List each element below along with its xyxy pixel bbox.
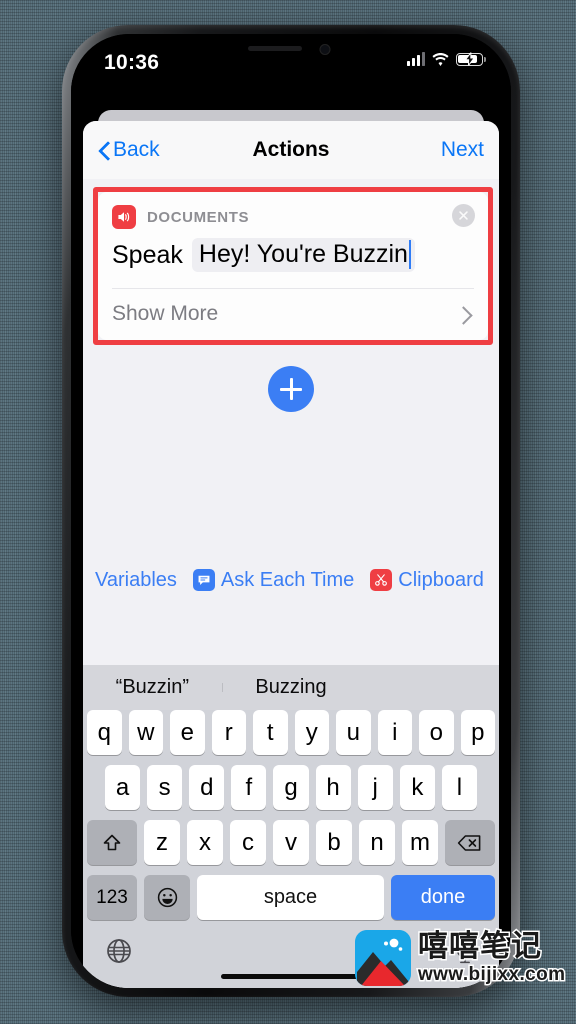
status-bar-indicators [406,52,486,66]
wifi-icon [432,52,449,66]
actions-content-area: DOCUMENTS Speak Hey! You're Buzzin Show … [83,179,499,988]
keyboard-row-2: a s d f g h j k l [83,765,499,810]
globe-language-icon[interactable] [105,937,133,970]
clipboard-label: Clipboard [398,568,484,591]
key-m[interactable]: m [402,820,438,865]
scissors-icon [370,569,393,591]
numbers-key[interactable]: 123 [87,875,137,920]
key-b[interactable]: b [316,820,352,865]
backspace-delete-icon[interactable] [445,820,495,865]
key-h[interactable]: h [315,765,351,810]
key-c[interactable]: c [230,820,266,865]
front-camera [319,44,331,55]
battery-charging-icon [456,52,486,66]
back-button-label: Back [113,138,160,161]
earpiece-speaker [248,46,302,51]
close-circle-icon[interactable] [452,204,475,227]
key-k[interactable]: k [399,765,435,810]
chevron-left-icon [98,141,109,159]
key-t[interactable]: t [253,710,288,755]
status-bar: 10:36 [71,34,511,94]
space-key[interactable]: space [197,875,384,920]
key-z[interactable]: z [144,820,180,865]
keyboard-row-3: z x c v b n m [83,820,499,865]
key-q[interactable]: q [87,710,122,755]
navigation-bar: Back Actions Next [83,121,499,179]
phone-screen-bezel: 10:36 Back Actions Next DOCUMENTS Speak … [71,34,511,988]
show-more-row[interactable]: Show More [98,289,488,340]
key-n[interactable]: n [359,820,395,865]
back-button[interactable]: Back [98,138,160,162]
status-bar-time: 10:36 [104,51,160,74]
key-y[interactable]: y [294,710,329,755]
key-d[interactable]: d [189,765,225,810]
speak-action-row: Speak Hey! You're Buzzin [98,234,488,288]
cellular-bars-icon [406,52,425,66]
action-category-label: DOCUMENTS [147,208,250,226]
key-v[interactable]: v [273,820,309,865]
action-card-header: DOCUMENTS [98,192,488,234]
highlight-annotation-box: DOCUMENTS Speak Hey! You're Buzzin Show … [93,187,493,345]
speaker-volume-icon [112,205,136,229]
plus-icon [280,378,302,400]
site-watermark: 嘻嘻笔记 www.bijixx.com [355,930,567,986]
ask-each-time-label: Ask Each Time [220,568,355,591]
key-e[interactable]: e [170,710,205,755]
watermark-text: 嘻嘻笔记 www.bijixx.com [416,930,566,986]
prediction-1[interactable]: Buzzing [221,676,361,699]
keyboard-row-1: q w e r t y u i o p [83,710,499,755]
key-w[interactable]: w [128,710,163,755]
speak-text-value: Hey! You're Buzzin [198,240,408,268]
text-cursor [408,240,412,269]
mountain-photo-logo [355,930,411,986]
phone-device-frame: 10:36 Back Actions Next DOCUMENTS Speak … [62,25,520,997]
watermark-url: www.bijixx.com [416,964,566,986]
add-action-button[interactable] [268,366,314,412]
key-s[interactable]: s [147,765,183,810]
keyboard-row-4: 123 space done [83,875,499,920]
variables-label: Variables [95,568,177,591]
phone-screen: 10:36 Back Actions Next DOCUMENTS Speak … [71,34,511,988]
smiley-face-icon[interactable] [144,875,190,920]
chevron-right-icon [461,305,474,323]
variables-toolbar: Variables Ask Each Time Clipboard [83,560,499,600]
key-u[interactable]: u [336,710,371,755]
key-o[interactable]: o [419,710,454,755]
action-card[interactable]: DOCUMENTS Speak Hey! You're Buzzin Show … [98,192,488,340]
key-l[interactable]: l [441,765,477,810]
home-indicator [221,974,361,979]
variables-button[interactable]: Variables [95,569,177,592]
speech-bubble-icon [192,569,215,591]
key-i[interactable]: i [377,710,412,755]
speak-label: Speak [112,240,183,269]
speak-text-input[interactable]: Hey! You're Buzzin [191,238,416,272]
done-key[interactable]: done [391,875,495,920]
key-f[interactable]: f [231,765,267,810]
show-more-label: Show More [112,302,219,325]
key-p[interactable]: p [460,710,495,755]
prediction-0[interactable]: “Buzzin” [83,676,222,699]
predictive-text-bar: “Buzzin” Buzzing [83,665,499,710]
next-button[interactable]: Next [441,138,484,162]
ask-each-time-button[interactable]: Ask Each Time [192,568,355,592]
key-g[interactable]: g [273,765,309,810]
modal-sheet: Back Actions Next DOCUMENTS Speak Hey! Y… [83,121,499,988]
watermark-title: 嘻嘻笔记 [416,930,542,963]
shift-up-arrow-icon[interactable] [87,820,137,865]
key-x[interactable]: x [187,820,223,865]
screenshot-stage: 10:36 Back Actions Next DOCUMENTS Speak … [0,0,576,1024]
key-j[interactable]: j [357,765,393,810]
key-r[interactable]: r [211,710,246,755]
clipboard-button[interactable]: Clipboard [370,569,484,592]
key-a[interactable]: a [105,765,141,810]
